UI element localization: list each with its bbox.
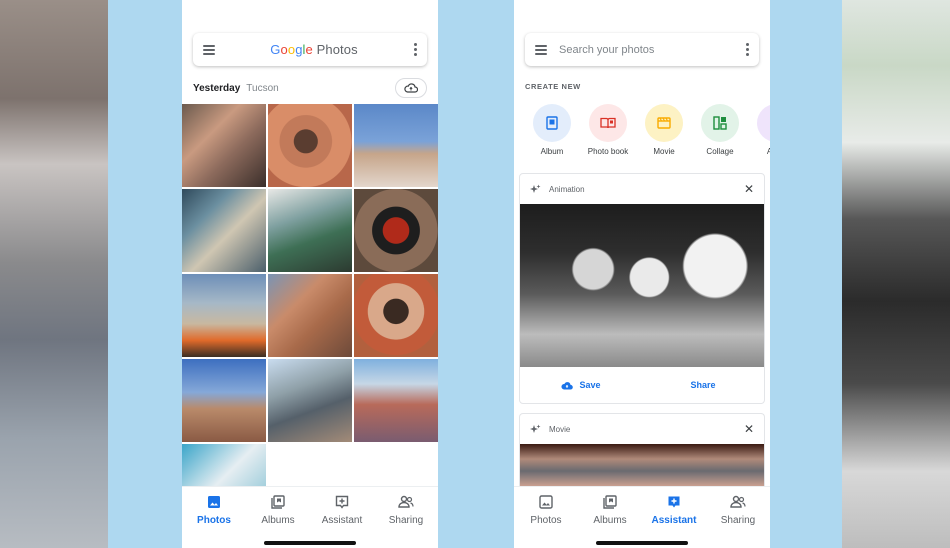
create-new-row: Album Photo book Movie Collage Anim [524, 104, 770, 160]
backup-cloud-button[interactable] [395, 78, 427, 98]
nav-assistant[interactable]: Assistant [642, 493, 706, 526]
close-icon[interactable]: ✕ [744, 423, 754, 435]
assistant-screen: Search your photos CREATE NEW Album Phot… [514, 0, 770, 548]
animation-card-actions: Save Share [520, 367, 764, 403]
photo-thumbnail[interactable] [354, 189, 438, 272]
more-options-icon[interactable] [745, 43, 749, 56]
nav-albums-label: Albums [593, 515, 627, 526]
sharing-icon [397, 493, 415, 511]
logo-photos-text: Photos [316, 42, 358, 57]
more-options-icon[interactable] [413, 43, 417, 56]
menu-icon[interactable] [535, 44, 547, 55]
movie-card-header: Movie ✕ [520, 414, 764, 444]
nav-photos[interactable]: Photos [514, 493, 578, 526]
bottom-navigation: Photos Albums Assistant Sharing [182, 486, 438, 548]
photo-thumbnail[interactable] [354, 104, 438, 187]
photo-thumbnail[interactable] [182, 274, 266, 357]
bottom-navigation: Photos Albums Assistant Sharing [514, 486, 770, 548]
cloud-icon [404, 83, 418, 93]
photo-thumbnail[interactable] [268, 274, 352, 357]
search-bar[interactable]: Search your photos [525, 33, 759, 66]
animation-card: Animation ✕ Save Share [519, 173, 765, 404]
create-album-button[interactable]: Album [524, 104, 580, 160]
sparkle-icon [530, 184, 541, 193]
create-animation-button[interactable]: Anim [748, 104, 770, 160]
movie-card-title: Movie [549, 424, 571, 434]
create-movie-label: Movie [653, 147, 675, 156]
share-button[interactable]: Share [642, 380, 764, 390]
logo-google-text: Google [270, 42, 313, 57]
nav-albums[interactable]: Albums [246, 493, 310, 526]
albums-icon [269, 493, 287, 511]
photos-screen: Google Photos Yesterday Tucson Photos Al… [182, 0, 438, 548]
animation-preview-image[interactable] [520, 204, 764, 367]
share-label: Share [690, 380, 716, 390]
nav-sharing[interactable]: Sharing [374, 493, 438, 526]
background-blur-right [842, 0, 950, 548]
create-album-label: Album [540, 147, 564, 156]
nav-sharing[interactable]: Sharing [706, 493, 770, 526]
save-label: Save [579, 380, 601, 390]
menu-icon[interactable] [203, 44, 215, 55]
photos-icon [537, 493, 555, 511]
create-new-heading: CREATE NEW [525, 82, 581, 91]
photo-thumbnail[interactable] [182, 104, 266, 187]
create-animation-label: Anim [766, 147, 770, 156]
nav-sharing-label: Sharing [388, 515, 424, 526]
animation-card-header: Animation ✕ [520, 174, 764, 204]
background-blur-left [0, 0, 108, 548]
photo-thumbnail[interactable] [182, 359, 266, 442]
nav-assistant-label: Assistant [651, 515, 697, 526]
close-icon[interactable]: ✕ [744, 183, 754, 195]
photo-book-icon [589, 104, 627, 142]
create-photo-book-button[interactable]: Photo book [580, 104, 636, 160]
search-placeholder[interactable]: Search your photos [559, 44, 654, 56]
collage-icon [701, 104, 739, 142]
nav-assistant[interactable]: Assistant [310, 493, 374, 526]
app-bar: Google Photos [193, 33, 427, 66]
nav-photos-label: Photos [197, 515, 231, 526]
photo-thumbnail[interactable] [354, 359, 438, 442]
animation-icon [757, 104, 770, 142]
create-collage-label: Collage [706, 147, 734, 156]
albums-icon [601, 493, 619, 511]
photo-grid [182, 104, 438, 527]
nav-assistant-label: Assistant [321, 515, 363, 526]
animation-card-title: Animation [549, 184, 585, 194]
create-collage-button[interactable]: Collage [692, 104, 748, 160]
google-photos-logo: Google Photos [215, 42, 413, 57]
sharing-icon [729, 493, 747, 511]
movie-icon [645, 104, 683, 142]
save-button[interactable]: Save [520, 380, 642, 390]
nav-photos-label: Photos [530, 515, 562, 526]
create-photo-book-label: Photo book [587, 147, 629, 156]
photo-thumbnail[interactable] [268, 189, 352, 272]
nav-photos[interactable]: Photos [182, 493, 246, 526]
photo-thumbnail[interactable] [268, 359, 352, 442]
assistant-icon [333, 493, 351, 511]
nav-albums-label: Albums [261, 515, 295, 526]
photo-thumbnail[interactable] [268, 104, 352, 187]
photo-thumbnail[interactable] [354, 274, 438, 357]
create-movie-button[interactable]: Movie [636, 104, 692, 160]
album-icon [533, 104, 571, 142]
nav-albums[interactable]: Albums [578, 493, 642, 526]
assistant-icon [665, 493, 683, 511]
date-header: Yesterday Tucson [193, 77, 427, 99]
location-label: Tucson [246, 82, 279, 94]
photos-icon [205, 493, 223, 511]
sparkle-icon [530, 424, 541, 433]
date-label: Yesterday [193, 82, 241, 94]
photo-thumbnail[interactable] [182, 189, 266, 272]
home-indicator [596, 541, 688, 545]
home-indicator [264, 541, 356, 545]
nav-sharing-label: Sharing [720, 515, 756, 526]
cloud-upload-icon [561, 381, 574, 389]
